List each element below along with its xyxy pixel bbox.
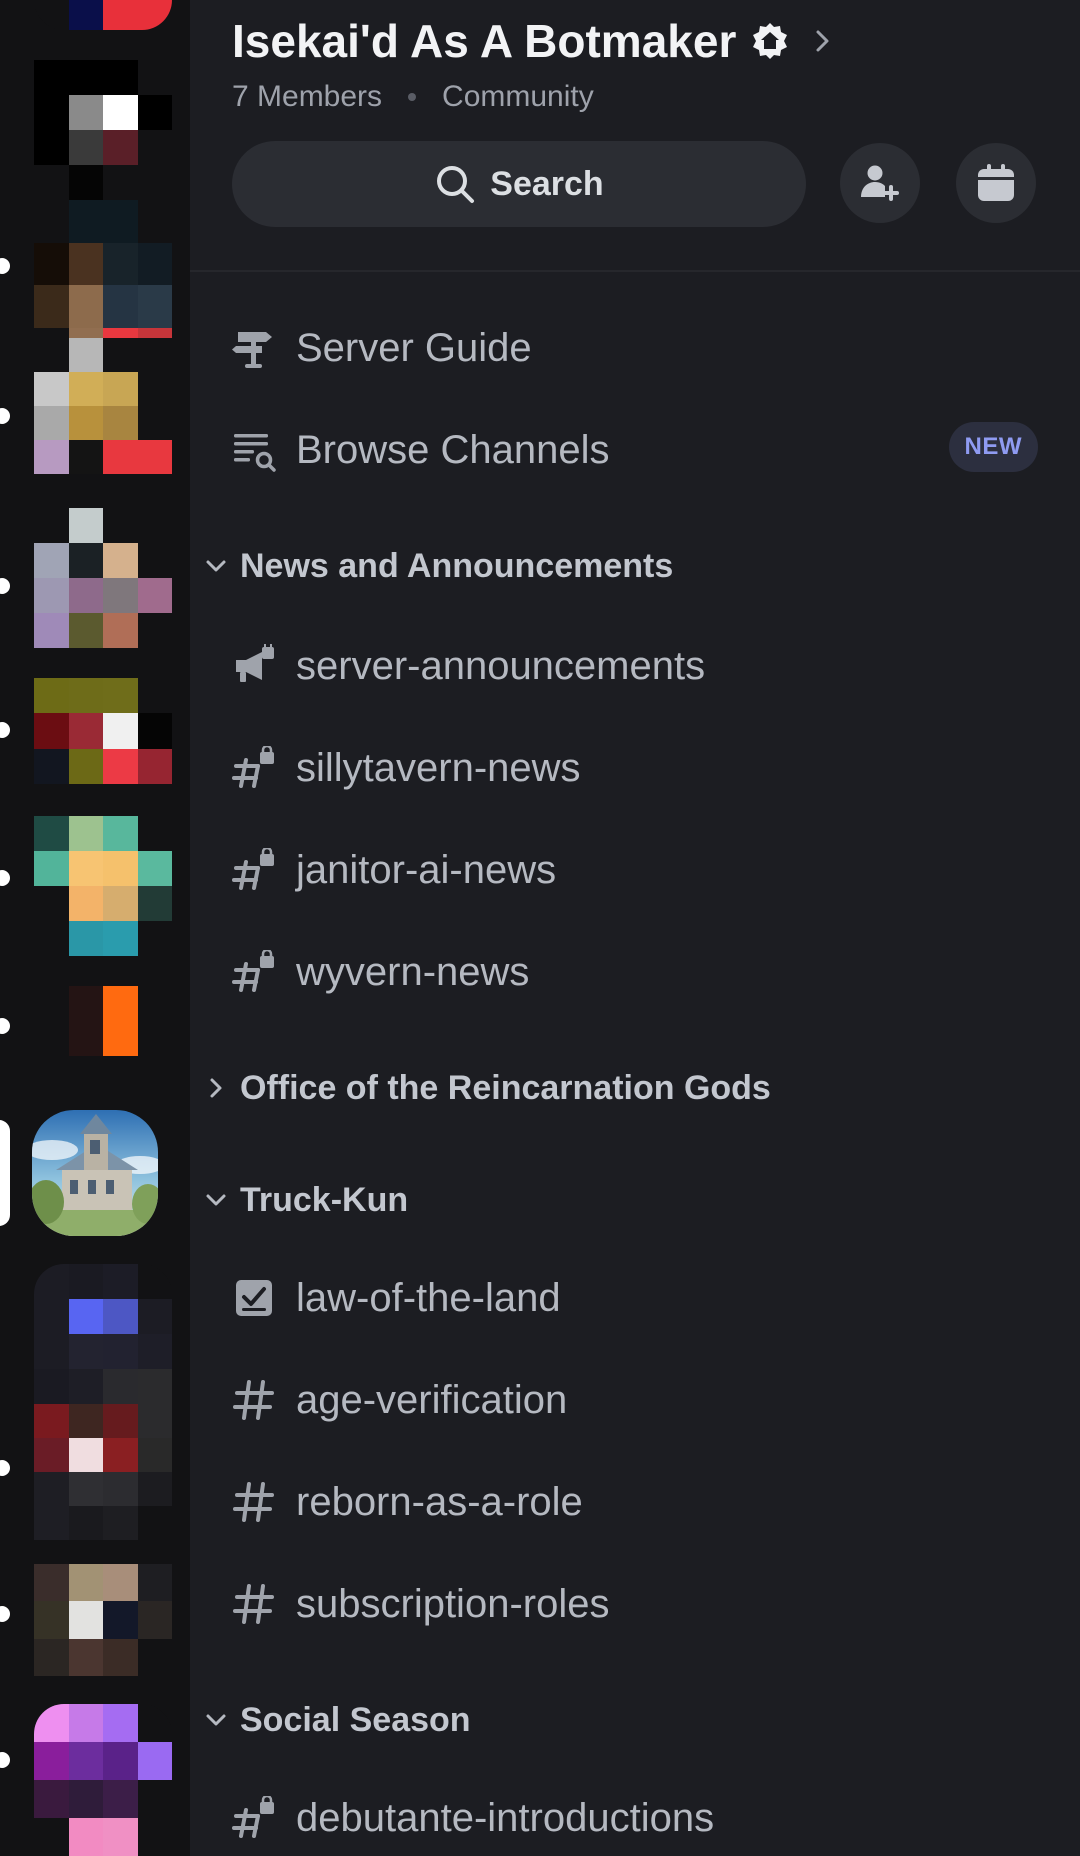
- server-icon[interactable]: [34, 1404, 172, 1540]
- channel-reborn-as-a-role[interactable]: reborn-as-a-role: [232, 1462, 1052, 1542]
- channel-age-verification[interactable]: age-verification: [232, 1360, 1052, 1440]
- unread-indicator: [0, 1606, 10, 1622]
- hash-lock-icon: [232, 950, 276, 994]
- category-social-season[interactable]: Social Season: [204, 1692, 471, 1748]
- unread-indicator: [0, 578, 10, 594]
- channel-browse-icon: [232, 428, 276, 472]
- server-icon-selected[interactable]: [32, 1110, 158, 1236]
- server-icon[interactable]: [34, 986, 172, 1056]
- unread-indicator: [0, 408, 10, 424]
- server-icon[interactable]: [34, 0, 172, 30]
- server-rail: [0, 0, 190, 1856]
- browse-channels-item[interactable]: Browse Channels: [232, 410, 1052, 490]
- chevron-down-icon: [206, 560, 226, 572]
- channel-name: wyvern-news: [296, 949, 530, 994]
- channel-panel: Isekai'd As A Botmaker 7 Members Communi…: [190, 0, 1080, 1856]
- chevron-right-icon: [210, 1078, 222, 1098]
- channel-name: debutante-introductions: [296, 1795, 715, 1840]
- server-header[interactable]: Isekai'd As A Botmaker: [232, 14, 832, 68]
- hash-lock-icon: [232, 1796, 276, 1840]
- channel-debutante-introductions[interactable]: debutante-introductions: [232, 1778, 1052, 1856]
- unread-indicator: [0, 1018, 10, 1034]
- server-icon[interactable]: [34, 508, 172, 648]
- chevron-right-icon: [816, 30, 829, 52]
- server-icon[interactable]: [34, 678, 172, 784]
- hash-icon: [232, 1378, 276, 1422]
- category-office-of-the-reincarnation-gods[interactable]: Office of the Reincarnation Gods: [204, 1060, 771, 1116]
- server-type: Community: [442, 80, 594, 113]
- channel-name: server-announcements: [296, 643, 706, 688]
- hash-lock-icon: [232, 848, 276, 892]
- checklist-icon: [232, 1276, 276, 1320]
- home-badge-icon: [753, 23, 788, 59]
- search-label: Search: [490, 164, 604, 203]
- new-badge: NEW: [948, 422, 1038, 472]
- header-divider: [190, 270, 1080, 272]
- server-icon[interactable]: [34, 338, 172, 474]
- unread-indicator: [0, 258, 10, 274]
- unread-indicator: [0, 1752, 10, 1768]
- category-label: Office of the Reincarnation Gods: [240, 1068, 771, 1107]
- unread-indicator: [0, 870, 10, 886]
- server-icon[interactable]: [34, 816, 172, 956]
- channel-name: sillytavern-news: [296, 745, 581, 790]
- unread-indicator: [0, 1460, 10, 1476]
- channel-subscription-roles[interactable]: subscription-roles: [232, 1564, 1052, 1644]
- category-label: Truck-Kun: [240, 1180, 409, 1219]
- server-name: Isekai'd As A Botmaker: [232, 15, 737, 67]
- channel-name: reborn-as-a-role: [296, 1479, 583, 1524]
- signpost-icon: [232, 326, 276, 370]
- category-truck-kun[interactable]: Truck-Kun: [204, 1172, 408, 1228]
- channel-law-of-the-land[interactable]: law-of-the-land: [232, 1258, 1052, 1338]
- search-icon: [437, 166, 475, 203]
- channel-server-announcements[interactable]: server-announcements: [232, 626, 1052, 706]
- channel-name: janitor-ai-news: [296, 847, 557, 892]
- server-icon[interactable]: [34, 60, 172, 200]
- unread-indicator: [0, 722, 10, 738]
- chevron-down-icon: [206, 1194, 226, 1206]
- server-guide-item[interactable]: Server Guide: [232, 308, 1052, 388]
- category-news-and-announcements[interactable]: News and Announcements: [204, 538, 673, 594]
- add-member-icon: [861, 165, 899, 201]
- channel-name: age-verification: [296, 1377, 568, 1422]
- server-icon[interactable]: [34, 1564, 172, 1676]
- megaphone-icon: [232, 644, 276, 688]
- server-guide-label: Server Guide: [296, 325, 532, 370]
- selected-indicator: [0, 1120, 10, 1226]
- channel-wyvern-news[interactable]: wyvern-news: [232, 932, 1052, 1012]
- browse-channels-label: Browse Channels: [296, 427, 610, 472]
- channel-janitor-ai-news[interactable]: janitor-ai-news: [232, 830, 1052, 910]
- category-label: News and Announcements: [240, 546, 674, 585]
- server-icon[interactable]: [34, 1264, 172, 1404]
- server-icon[interactable]: [34, 1704, 172, 1856]
- member-count: 7 Members: [232, 80, 383, 113]
- search-button[interactable]: Search: [232, 141, 806, 227]
- server-subline: 7 Members Community: [232, 80, 594, 114]
- channel-name: law-of-the-land: [296, 1275, 561, 1320]
- hash-lock-icon: [232, 746, 276, 790]
- channel-name: subscription-roles: [296, 1581, 610, 1626]
- channel-sillytavern-news[interactable]: sillytavern-news: [232, 728, 1052, 808]
- hash-icon: [232, 1480, 276, 1524]
- calendar-icon: [978, 164, 1014, 201]
- chevron-down-icon: [206, 1714, 226, 1726]
- category-label: Social Season: [240, 1700, 471, 1739]
- invite-button[interactable]: [840, 143, 920, 223]
- hash-icon: [232, 1582, 276, 1626]
- separator-dot: [408, 93, 417, 101]
- events-button[interactable]: [956, 143, 1036, 223]
